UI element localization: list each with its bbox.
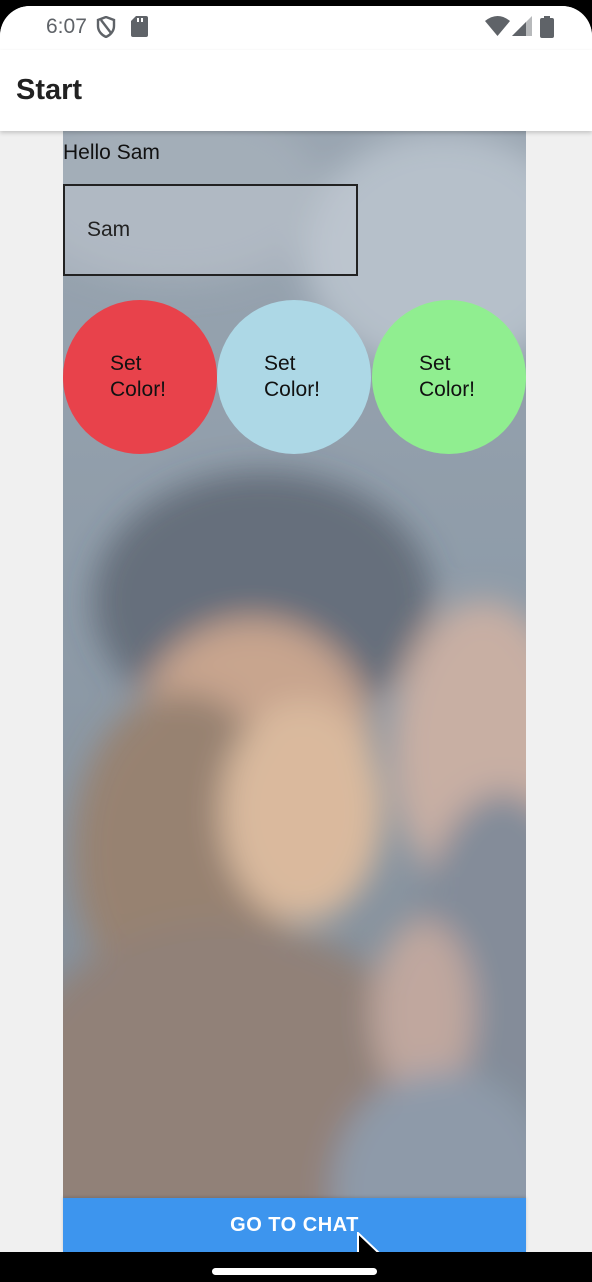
- set-color-button-red[interactable]: Set Color!: [63, 300, 217, 454]
- set-color-button-green[interactable]: Set Color!: [372, 300, 526, 454]
- name-input[interactable]: [63, 184, 358, 276]
- battery-icon: [540, 16, 554, 38]
- set-color-label: Set Color!: [264, 352, 321, 401]
- start-screen-content: Hello Sam Set Color! Set Color! Set Colo…: [63, 131, 526, 1252]
- status-bar: 6:07: [0, 6, 592, 50]
- set-color-label: Set Color!: [419, 352, 476, 401]
- set-color-button-blue[interactable]: Set Color!: [217, 300, 371, 454]
- mouse-pointer-icon: [357, 1232, 380, 1252]
- sd-card-icon: [131, 16, 148, 37]
- phone-screen: 6:07 Start Hello Sam Sam Set Color! Set …: [0, 6, 592, 1252]
- set-color-label: Set Color!: [110, 352, 167, 401]
- cell-signal-icon: [512, 16, 532, 36]
- page-title: Start: [16, 74, 83, 106]
- app-bar: Start: [0, 50, 592, 131]
- greeting-text: Hello Sam: [63, 141, 160, 164]
- wifi-icon: [485, 16, 510, 36]
- go-to-chat-button[interactable]: GO TO CHAT: [63, 1198, 526, 1252]
- status-time: 6:07: [46, 15, 87, 38]
- go-to-chat-label: GO TO CHAT: [230, 1213, 359, 1236]
- gesture-nav-handle[interactable]: [212, 1268, 377, 1275]
- shield-icon: [96, 16, 116, 38]
